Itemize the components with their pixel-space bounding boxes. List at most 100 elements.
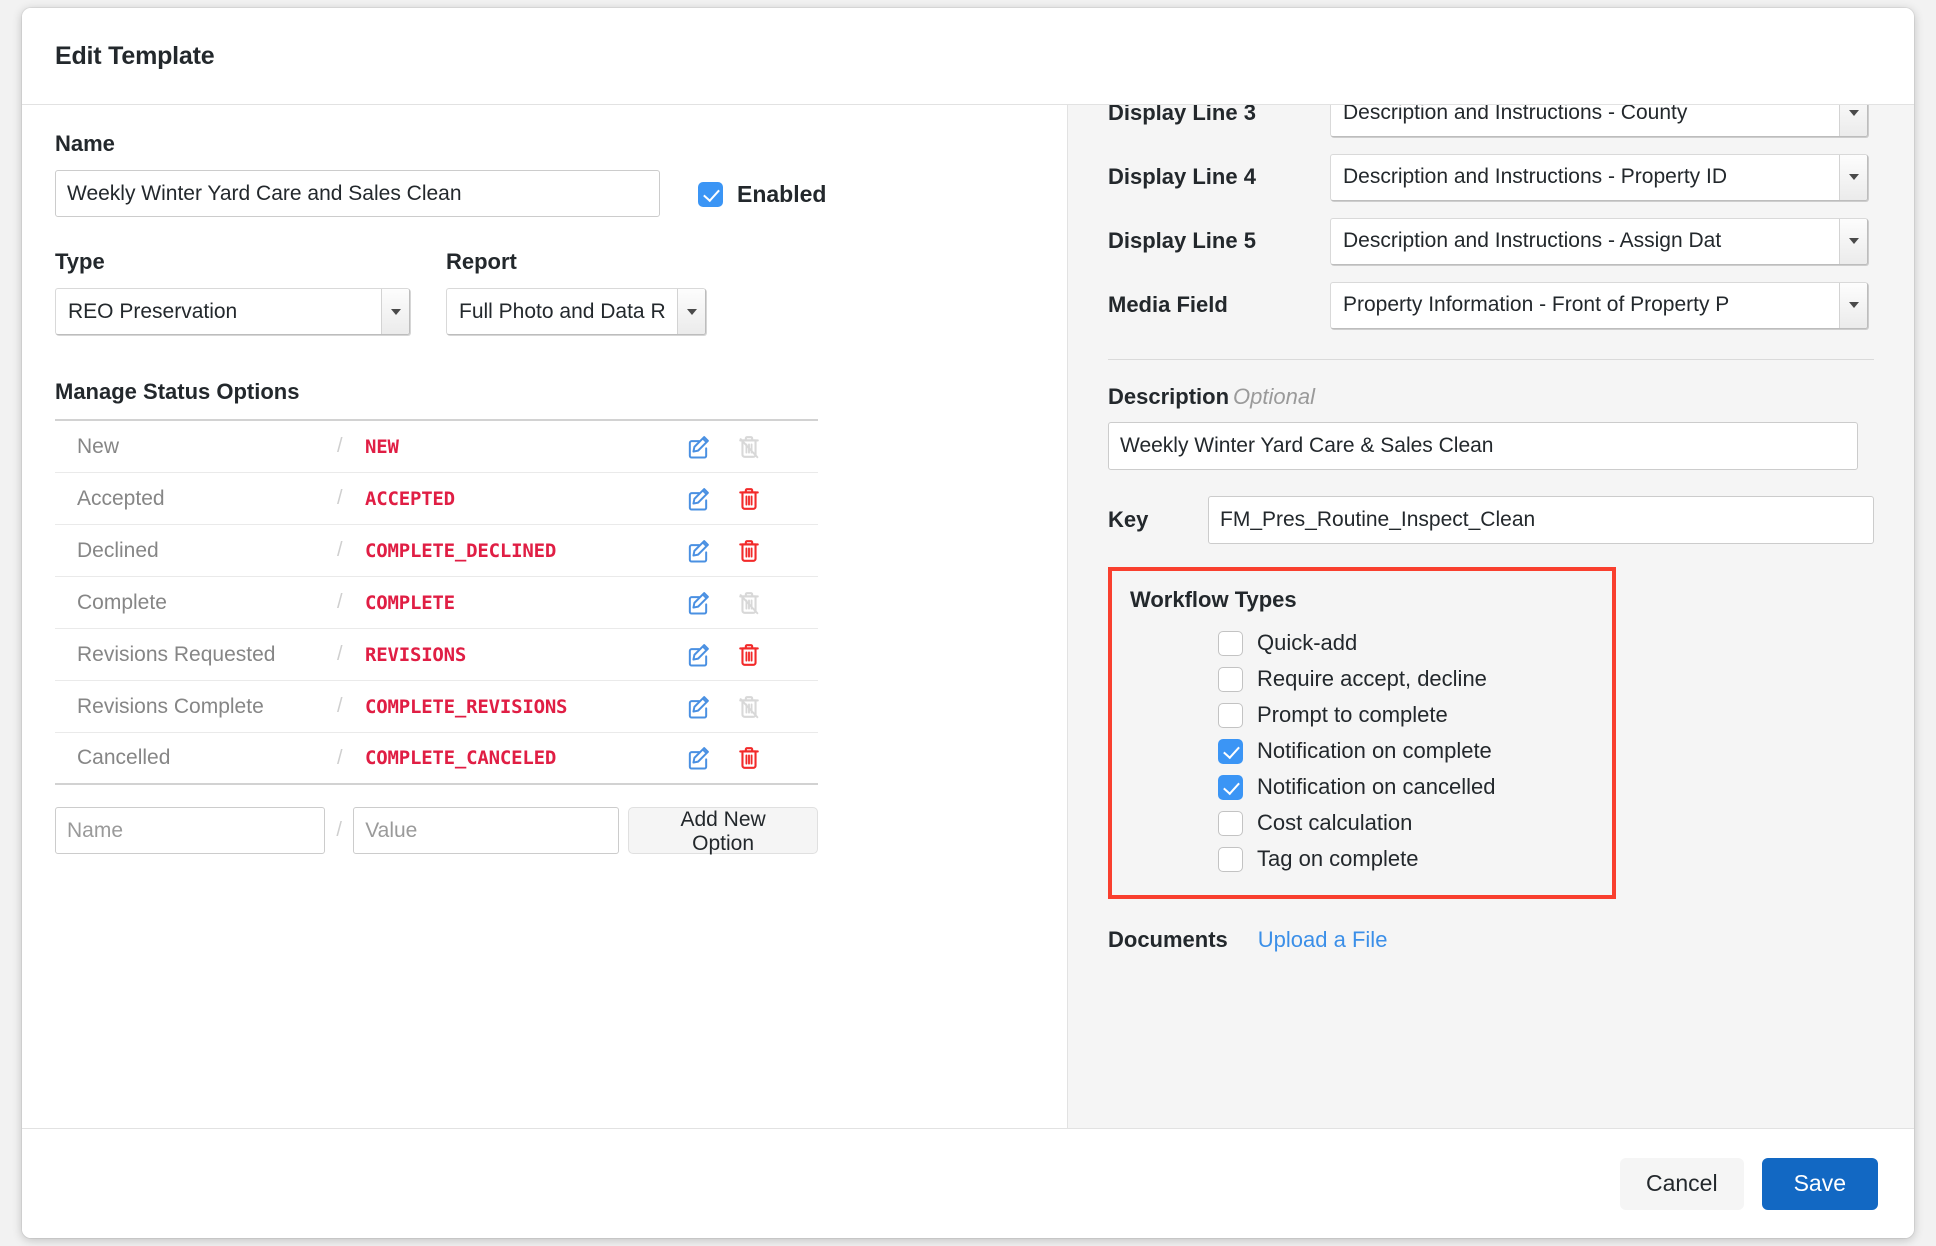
workflow-type-item[interactable]: Require accept, decline (1218, 661, 1612, 697)
enabled-label: Enabled (737, 181, 827, 207)
chevron-down-icon (1839, 282, 1867, 328)
status-row-separator: / (337, 487, 343, 509)
status-option-name: New (77, 434, 120, 458)
edit-icon[interactable] (683, 588, 713, 618)
workflow-type-item[interactable]: Prompt to complete (1218, 697, 1612, 733)
report-field: Report Full Photo and Data R (446, 249, 706, 335)
key-input[interactable] (1208, 496, 1874, 544)
status-options-table: New / NEW Accepted / ACCEPTED Declined / COMPLET… (55, 419, 818, 785)
report-select-value: Full Photo and Data R (459, 299, 666, 323)
status-option-name: Complete (77, 590, 167, 614)
edit-template-modal: Edit Template Name Enabled Type (22, 8, 1914, 1238)
workflow-type-checkbox[interactable] (1218, 630, 1243, 656)
save-button[interactable]: Save (1761, 1157, 1878, 1210)
status-row-separator: / (337, 539, 343, 561)
right-panel: Display Line 3 Description and Instructio… (1067, 105, 1914, 1128)
status-option-name: Declined (77, 538, 159, 562)
status-row-separator: / (337, 435, 343, 457)
chevron-down-icon (1839, 218, 1867, 264)
table-row: Cancelled / COMPLETE_CANCELED (55, 733, 818, 785)
form-field-select-3[interactable]: Property Information - Front of Property… (1330, 281, 1868, 329)
chevron-down-icon (677, 289, 705, 334)
template-name-input[interactable] (55, 170, 660, 217)
new-option-name-input[interactable] (55, 807, 325, 854)
type-select[interactable]: REO Preservation (55, 288, 410, 335)
enabled-checkbox[interactable] (698, 182, 723, 207)
chevron-down-icon (1839, 105, 1867, 136)
edit-icon[interactable] (683, 743, 713, 773)
workflow-type-label: Prompt to complete (1257, 702, 1448, 727)
workflow-type-checkbox[interactable] (1218, 738, 1243, 764)
description-input[interactable] (1108, 422, 1858, 470)
form-field-label: Media Field (1108, 292, 1228, 317)
form-field-select-2[interactable]: Description and Instructions - Assign Da… (1330, 217, 1868, 265)
upload-a-file-link[interactable]: Upload a File (1258, 927, 1388, 953)
status-option-name: Revisions Complete (77, 694, 264, 718)
type-select-value: REO Preservation (68, 299, 238, 323)
trash-icon[interactable] (734, 484, 764, 514)
status-option-value: NEW (365, 435, 399, 458)
description-label-text: Description (1108, 384, 1230, 409)
workflow-type-item[interactable]: Notification on complete (1218, 733, 1612, 769)
edit-icon[interactable] (683, 536, 713, 566)
trash-icon[interactable] (734, 743, 764, 773)
workflow-types-highlight-box: Workflow Types Quick-add Require accept, … (1108, 567, 1616, 899)
form-field-select-3-value: Property Information - Front of Property… (1343, 293, 1730, 316)
report-select[interactable]: Full Photo and Data R (446, 288, 706, 335)
table-row: Declined / COMPLETE_DECLINED (55, 525, 818, 577)
status-option-name: Revisions Requested (77, 642, 276, 666)
table-row: Revisions Complete / COMPLETE_REVISIONS (55, 681, 818, 733)
status-option-value: COMPLETE_DECLINED (365, 539, 557, 562)
table-row: Revisions Requested / REVISIONS (55, 629, 818, 681)
status-row-separator: / (337, 746, 343, 769)
table-row: New / NEW (55, 421, 818, 473)
form-field-label: Display Line 5 (1108, 228, 1256, 253)
documents-label: Documents (1108, 927, 1228, 952)
status-row-separator: / (337, 643, 343, 665)
workflow-type-checkbox[interactable] (1218, 810, 1243, 836)
workflow-type-item[interactable]: Notification on cancelled (1218, 769, 1612, 805)
workflow-type-label: Notification on complete (1257, 738, 1492, 763)
edit-icon[interactable] (683, 432, 713, 462)
trash-icon[interactable] (734, 536, 764, 566)
edit-icon[interactable] (683, 692, 713, 722)
edit-icon[interactable] (683, 484, 713, 514)
workflow-type-label: Notification on cancelled (1257, 774, 1496, 799)
screen-root: Edit Template Name Enabled Type (0, 0, 1936, 1246)
form-field-select-0[interactable]: Description and Instructions - County (1330, 105, 1868, 137)
report-label: Report (446, 249, 517, 274)
status-option-value: COMPLETE_REVISIONS (365, 695, 568, 718)
form-field-row: Display Line 4 Description and Instructio… (1108, 145, 1874, 209)
workflow-type-checkbox[interactable] (1218, 774, 1243, 800)
edit-icon[interactable] (683, 640, 713, 670)
status-row-actions (683, 432, 818, 462)
type-field: Type REO Preservation (55, 249, 410, 335)
form-field-label: Display Line 3 (1108, 105, 1256, 125)
workflow-type-checkbox[interactable] (1218, 666, 1243, 692)
status-row-actions (683, 588, 818, 618)
workflow-type-item[interactable]: Quick-add (1218, 625, 1612, 661)
key-label: Key (1108, 507, 1149, 532)
workflow-type-checkbox[interactable] (1218, 846, 1243, 872)
trash-icon[interactable] (734, 640, 764, 670)
add-new-option-button[interactable]: Add New Option (628, 807, 818, 855)
workflow-type-item[interactable]: Tag on complete (1218, 841, 1612, 877)
modal-header: Edit Template (22, 8, 1914, 105)
cancel-button[interactable]: Cancel (1619, 1157, 1744, 1210)
form-field-select-1[interactable]: Description and Instructions - Property … (1330, 153, 1868, 201)
status-row-actions (683, 640, 818, 670)
new-option-value-input[interactable] (353, 807, 620, 854)
workflow-type-label: Quick-add (1257, 630, 1358, 655)
status-row-actions (683, 743, 818, 773)
form-field-list: Display Line 3 Description and Instructio… (1108, 105, 1874, 337)
status-option-name: Accepted (77, 486, 165, 510)
status-row-separator: / (337, 695, 343, 717)
add-row-separator: / (336, 819, 342, 841)
status-option-value: REVISIONS (365, 643, 467, 666)
workflow-type-item[interactable]: Cost calculation (1218, 805, 1612, 841)
form-field-row: Media Field Property Information - Front … (1108, 273, 1874, 337)
workflow-type-checkbox[interactable] (1218, 702, 1243, 728)
status-row-actions (683, 484, 818, 514)
enabled-toggle[interactable]: Enabled (698, 181, 826, 208)
form-field-row: Display Line 3 Description and Instructio… (1108, 105, 1874, 145)
